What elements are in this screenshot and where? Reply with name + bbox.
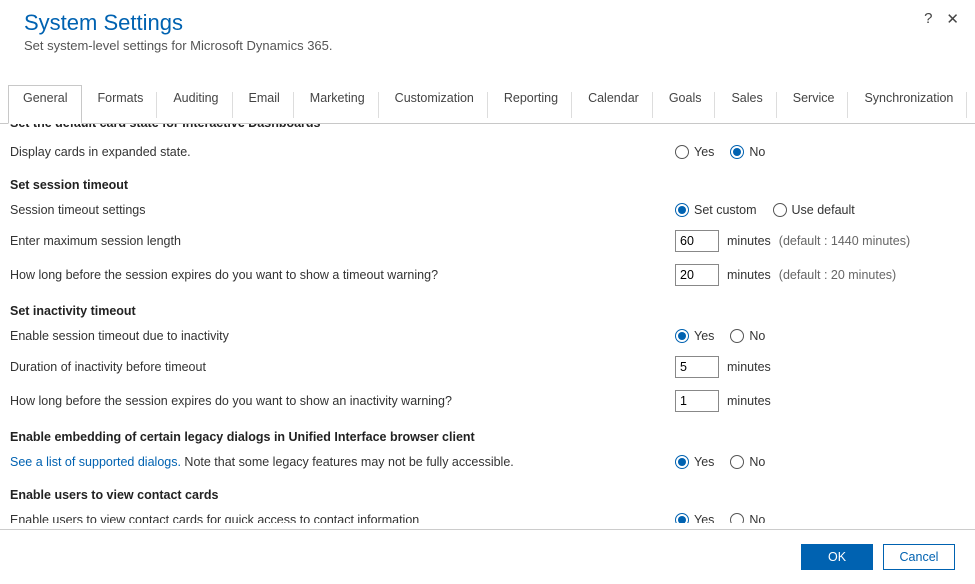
inactivity-enable-no[interactable]: No [730, 329, 765, 343]
dialog-header: System Settings Set system-level setting… [0, 0, 975, 59]
dialog-subtitle: Set system-level settings for Microsoft … [24, 38, 951, 53]
row-inactivity-enable: Enable session timeout due to inactivity… [10, 322, 965, 350]
display-cards-yes[interactable]: Yes [675, 145, 714, 159]
session-warn-label: How long before the session expires do y… [10, 268, 675, 282]
inactivity-warn-unit: minutes [727, 394, 771, 408]
display-cards-radios: Yes No [675, 145, 775, 159]
dialog-footer: OK Cancel [0, 530, 975, 584]
tab-goals[interactable]: Goals [654, 85, 717, 124]
contact-cards-label: Enable users to view contact cards for q… [10, 513, 675, 523]
inactivity-warn-label: How long before the session expires do y… [10, 394, 675, 408]
row-display-cards: Display cards in expanded state. Yes No [10, 138, 965, 166]
help-icon[interactable]: ? [924, 10, 932, 28]
session-max-hint: (default : 1440 minutes) [779, 234, 910, 248]
settings-content: Set the default card state for Interacti… [0, 124, 975, 523]
close-icon[interactable]: ✕ [946, 10, 959, 28]
tab-customization[interactable]: Customization [380, 85, 489, 124]
session-warn-input[interactable] [675, 264, 719, 286]
contact-no[interactable]: No [730, 513, 765, 523]
display-cards-label: Display cards in expanded state. [10, 145, 675, 159]
inactivity-warn-input[interactable] [675, 390, 719, 412]
tab-synchronization[interactable]: Synchronization [849, 85, 968, 124]
legacy-no[interactable]: No [730, 455, 765, 469]
header-actions: ? ✕ [924, 10, 959, 28]
row-session-warn: How long before the session expires do y… [10, 258, 965, 292]
section-dashboards-header: Set the default card state for Interacti… [10, 124, 965, 136]
legacy-yes[interactable]: Yes [675, 455, 714, 469]
section-contact-cards: Enable users to view contact cards [10, 476, 965, 506]
session-max-input[interactable] [675, 230, 719, 252]
row-session-settings: Session timeout settings Set custom Use … [10, 196, 965, 224]
legacy-dialogs-link[interactable]: See a list of supported dialogs. [10, 455, 181, 469]
inactivity-duration-input[interactable] [675, 356, 719, 378]
session-max-unit: minutes [727, 234, 771, 248]
session-settings-radios: Set custom Use default [675, 203, 865, 217]
tab-reporting[interactable]: Reporting [489, 85, 573, 124]
display-cards-no[interactable]: No [730, 145, 765, 159]
inactivity-enable-label: Enable session timeout due to inactivity [10, 329, 675, 343]
tab-bar: GeneralFormatsAuditingEmailMarketingCust… [0, 85, 975, 124]
row-inactivity-duration: Duration of inactivity before timeout mi… [10, 350, 965, 384]
row-inactivity-warn: How long before the session expires do y… [10, 384, 965, 418]
tab-calendar[interactable]: Calendar [573, 85, 654, 124]
session-settings-label: Session timeout settings [10, 203, 675, 217]
session-custom-radio[interactable]: Set custom [675, 203, 757, 217]
inactivity-enable-yes[interactable]: Yes [675, 329, 714, 343]
tab-formats[interactable]: Formats [82, 85, 158, 124]
inactivity-duration-label: Duration of inactivity before timeout [10, 360, 675, 374]
dialog-title: System Settings [24, 10, 951, 36]
session-warn-unit: minutes [727, 268, 771, 282]
section-session-timeout: Set session timeout [10, 166, 965, 196]
row-contact-cards: Enable users to view contact cards for q… [10, 506, 965, 523]
system-settings-dialog: System Settings Set system-level setting… [0, 0, 975, 584]
section-legacy-dialogs: Enable embedding of certain legacy dialo… [10, 418, 965, 448]
session-default-radio[interactable]: Use default [773, 203, 855, 217]
contact-yes[interactable]: Yes [675, 513, 714, 523]
tab-mobile-client[interactable]: Mobile Client [968, 85, 975, 124]
tab-sales[interactable]: Sales [716, 85, 777, 124]
cancel-button[interactable]: Cancel [883, 544, 955, 570]
ok-button[interactable]: OK [801, 544, 873, 570]
tab-auditing[interactable]: Auditing [158, 85, 233, 124]
session-warn-hint: (default : 20 minutes) [779, 268, 896, 282]
row-legacy-dialogs: See a list of supported dialogs. Note th… [10, 448, 965, 476]
session-max-label: Enter maximum session length [10, 234, 675, 248]
tab-marketing[interactable]: Marketing [295, 85, 380, 124]
inactivity-duration-unit: minutes [727, 360, 771, 374]
tab-service[interactable]: Service [778, 85, 850, 124]
legacy-dialogs-text: See a list of supported dialogs. Note th… [10, 455, 675, 469]
row-session-max: Enter maximum session length minutes (de… [10, 224, 965, 258]
legacy-dialogs-note: Note that some legacy features may not b… [181, 455, 514, 469]
section-inactivity-timeout: Set inactivity timeout [10, 292, 965, 322]
tab-email[interactable]: Email [234, 85, 295, 124]
tab-general[interactable]: General [8, 85, 82, 124]
